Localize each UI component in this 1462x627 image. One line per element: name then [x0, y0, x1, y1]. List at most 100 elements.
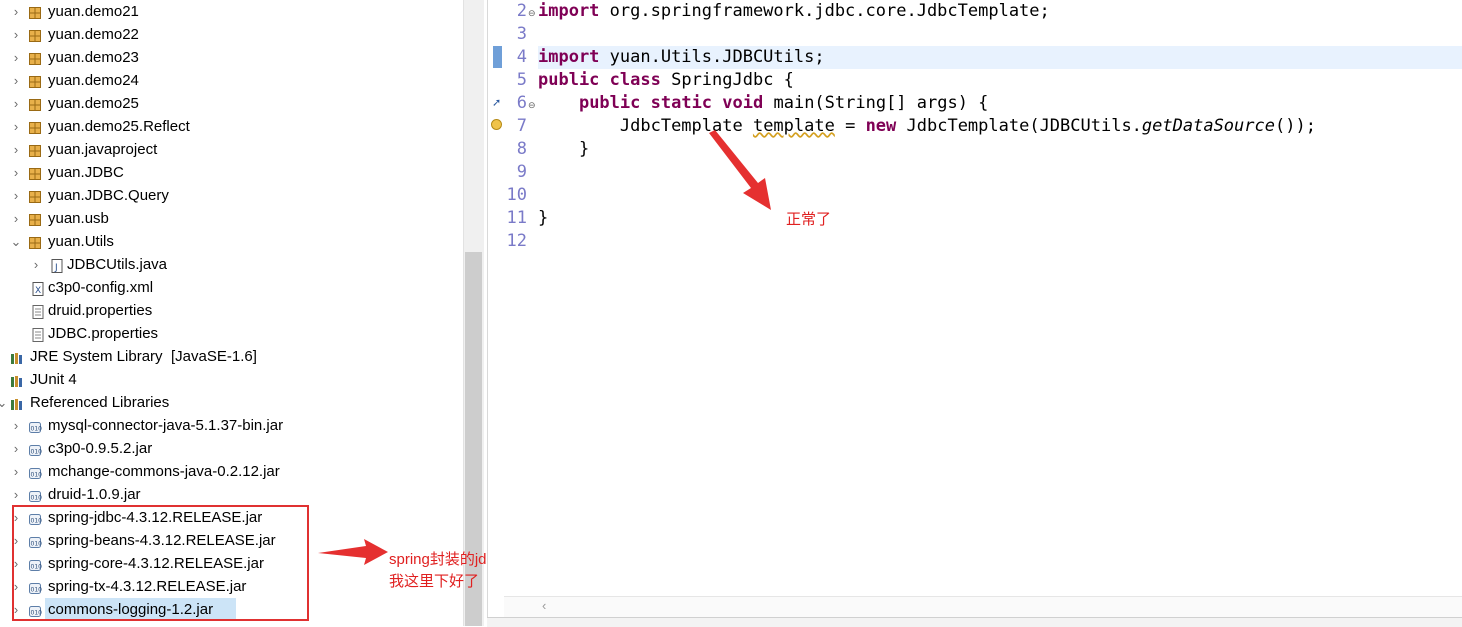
chevron-right-icon[interactable]: › — [9, 161, 23, 184]
chevron-down-icon[interactable]: ⌄ — [9, 230, 23, 253]
tree-item[interactable]: › yuan.demo25 — [0, 92, 463, 115]
chevron-right-icon[interactable]: › — [9, 0, 23, 23]
chevron-right-icon[interactable]: › — [9, 23, 23, 46]
tree-item[interactable]: › 010 c3p0-0.9.5.2.jar — [0, 437, 463, 460]
tree-item[interactable]: › yuan.demo24 — [0, 69, 463, 92]
line-number: 9 — [516, 162, 527, 182]
tree-item-label: c3p0-config.xml — [48, 279, 154, 296]
fold-toggle-icon[interactable]: ⊖ — [528, 8, 536, 19]
tree-item[interactable]: › yuan.demo23 — [0, 46, 463, 69]
tree-item-label: yuan.demo25.Reflect — [48, 118, 190, 135]
line-number: 7 — [516, 116, 527, 136]
tree-item-label: yuan.javaproject — [48, 141, 158, 158]
package-icon — [28, 188, 42, 203]
code-text: yuan.Utils.JDBCUtils; — [599, 47, 825, 67]
tree-item[interactable]: › 010 mchange-commons-java-0.2.12.jar — [0, 460, 463, 483]
editor-vertical-ruler: ➚ — [490, 0, 504, 596]
code-text: JdbcTemplate(JDBCUtils. — [896, 116, 1142, 136]
tree-item[interactable]: JDBC.properties — [0, 322, 463, 345]
tree-item[interactable]: › 010 druid-1.0.9.jar — [0, 483, 463, 506]
editor-horizontal-scrollbar[interactable]: ‹ — [504, 596, 1462, 617]
tree-item[interactable]: JRE System Library [JavaSE-1.6] — [0, 345, 463, 368]
annotation-arrow-down — [709, 130, 771, 210]
svg-text:X: X — [35, 286, 41, 296]
tree-item[interactable]: › yuan.demo25.Reflect — [0, 115, 463, 138]
chevron-right-icon[interactable]: › — [9, 46, 23, 69]
tree-item-label: yuan.JDBC — [48, 164, 124, 181]
library-icon — [10, 395, 24, 410]
code-line-5: public class SpringJdbc { — [538, 69, 794, 92]
chevron-right-icon[interactable]: › — [9, 92, 23, 115]
tree-item[interactable]: › yuan.JDBC — [0, 161, 463, 184]
library-icon — [10, 372, 24, 387]
tree-item-label: JDBCUtils.java — [67, 256, 168, 273]
line-number: 5 — [516, 70, 527, 90]
jar-icon: 010 — [28, 441, 43, 456]
keyword: public — [578, 93, 641, 113]
keyword: class — [609, 70, 661, 90]
jar-icon: 010 — [28, 418, 43, 433]
tree-item-label: druid-1.0.9.jar — [48, 486, 141, 503]
line-number: 10 — [506, 185, 527, 205]
tree-item[interactable]: › yuan.JDBC.Query — [0, 184, 463, 207]
chevron-right-icon[interactable]: › — [9, 184, 23, 207]
annotation-jar-note-line2: 我这里下好了 — [389, 573, 480, 590]
scroll-left-icon[interactable]: ‹ — [542, 598, 546, 613]
tree-item[interactable]: › yuan.usb — [0, 207, 463, 230]
warning-icon[interactable] — [491, 119, 502, 130]
tree-item[interactable]: ⌄ Referenced Libraries — [0, 391, 463, 414]
tree-item-label: JRE System Library — [30, 348, 163, 365]
java-file-icon: J — [50, 257, 64, 273]
code-line-7: JdbcTemplate template = new JdbcTemplate… — [538, 115, 1316, 138]
chevron-right-icon[interactable]: › — [9, 115, 23, 138]
package-icon — [28, 4, 42, 19]
annotation-normal: 正常了 — [786, 211, 832, 228]
line-number: 4 — [516, 47, 527, 67]
code-line-4: import yuan.Utils.JDBCUtils; — [538, 46, 825, 69]
tree-item[interactable]: druid.properties — [0, 299, 463, 322]
svg-text:010: 010 — [31, 449, 43, 456]
chevron-right-icon[interactable]: › — [29, 253, 43, 276]
code-line-8: } — [538, 139, 590, 159]
tree-item-label: Referenced Libraries — [30, 394, 170, 411]
tree-item[interactable]: › 010 mysql-connector-java-5.1.37-bin.jar — [0, 414, 463, 437]
chevron-right-icon[interactable]: › — [9, 138, 23, 161]
tree-item[interactable]: Xc3p0-config.xml — [0, 276, 463, 299]
line-number: 6 — [516, 93, 527, 113]
package-icon — [28, 27, 42, 42]
chevron-right-icon[interactable]: › — [9, 207, 23, 230]
tree-item[interactable]: › yuan.javaproject — [0, 138, 463, 161]
fold-toggle-icon[interactable]: ⊖ — [528, 100, 536, 111]
line-number: 12 — [506, 231, 527, 251]
package-icon — [28, 142, 42, 157]
jar-icon: 010 — [28, 487, 42, 502]
chevron-right-icon[interactable]: › — [9, 483, 23, 506]
properties-file-icon — [31, 303, 45, 319]
code-text: SpringJdbc { — [660, 70, 794, 90]
code-line-6: public static void main(String[] args) { — [538, 92, 988, 115]
tree-item[interactable]: › J JDBCUtils.java — [0, 253, 463, 276]
code-text: main(String[] args) { — [763, 93, 989, 113]
tree-item[interactable]: › yuan.demo22 — [0, 23, 463, 46]
tree-item[interactable]: › yuan.demo21 — [0, 0, 463, 23]
keyword: static — [650, 93, 713, 113]
code-text: = — [834, 116, 866, 136]
chevron-right-icon[interactable]: › — [9, 69, 23, 92]
package-icon — [28, 73, 42, 88]
chevron-right-icon[interactable]: › — [9, 437, 23, 460]
tree-item-label: yuan.usb — [48, 210, 109, 227]
chevron-right-icon[interactable]: › — [9, 460, 23, 483]
tree-item[interactable]: JUnit 4 — [0, 368, 463, 391]
chevron-right-icon[interactable]: › — [9, 414, 23, 437]
svg-text:010: 010 — [31, 426, 43, 433]
keyword: new — [865, 116, 897, 136]
tree-item[interactable]: ⌄ yuan.Utils — [0, 230, 463, 253]
chevron-down-icon[interactable]: ⌄ — [0, 391, 9, 414]
package-icon — [28, 165, 42, 180]
code-line-2: import org.springframework.jdbc.core.Jdb… — [538, 0, 1050, 23]
current-line-marker — [493, 46, 502, 68]
annotation-highlight-box — [12, 505, 309, 621]
tree-item-label: yuan.Utils — [48, 233, 114, 250]
